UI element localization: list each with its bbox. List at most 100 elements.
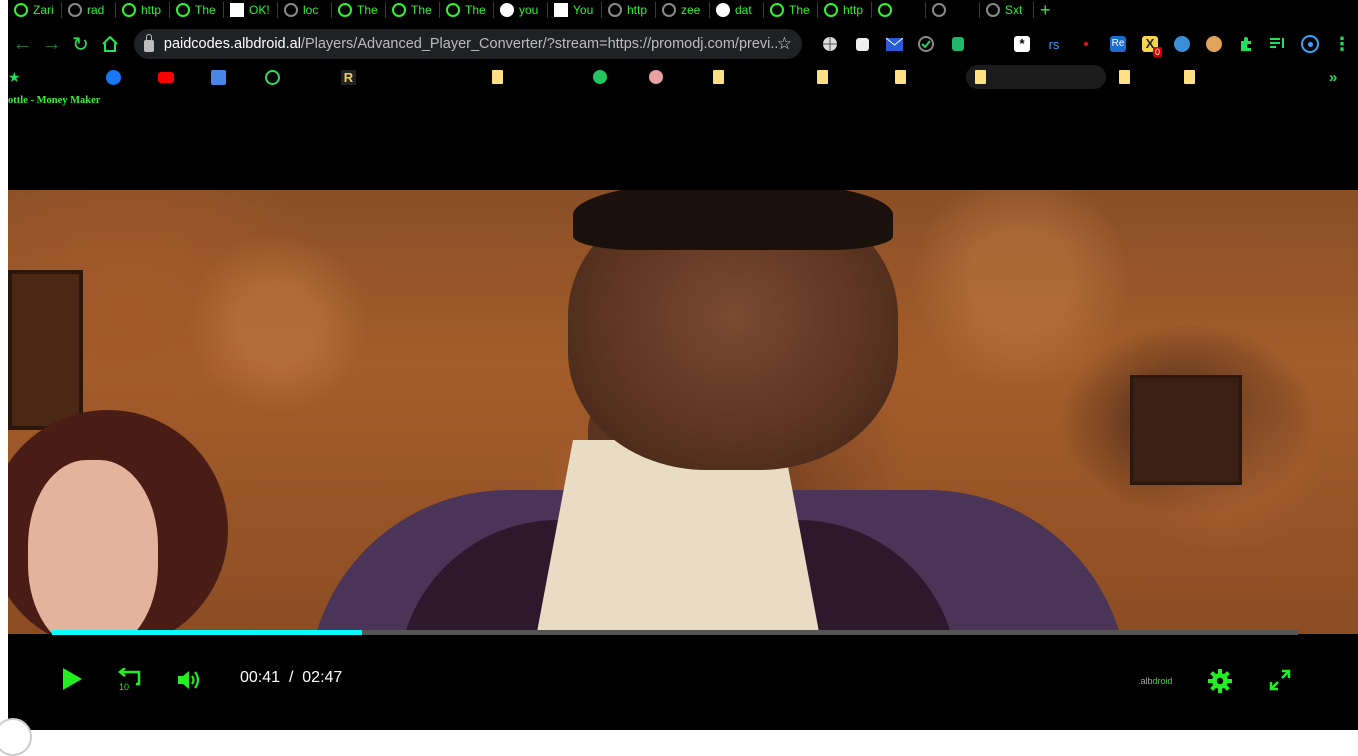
asterisk-extension-icon[interactable]: * — [1006, 30, 1038, 58]
back-button[interactable]: ← — [8, 29, 37, 59]
gear-icon — [1208, 669, 1232, 693]
bookmark-folder-icon[interactable] — [1184, 68, 1195, 86]
bookmark-player-icon[interactable] — [265, 68, 280, 86]
time-display: 00:41 / 02:47 — [240, 669, 342, 687]
puzzle-extensions-icon[interactable] — [1230, 30, 1262, 58]
page-title: ottle - Money Maker — [8, 95, 101, 106]
lock-icon — [144, 34, 154, 52]
player-icon — [878, 3, 892, 17]
browser-tab[interactable]: OK! — [224, 2, 278, 18]
bookmark-highlighted-pill[interactable] — [966, 65, 1106, 89]
bookmark-folder-icon[interactable] — [492, 68, 503, 86]
extension-badge: 0 — [1152, 47, 1162, 57]
bookmark-folder-icon[interactable] — [975, 68, 986, 86]
forward-button[interactable]: → — [37, 29, 66, 59]
bookmark-translate-icon[interactable] — [211, 68, 226, 86]
tab-title: rad — [87, 3, 105, 17]
new-tab-button[interactable]: + — [1034, 0, 1057, 20]
browser-tab[interactable]: http — [602, 2, 656, 18]
bookmark-facebook-icon[interactable] — [106, 68, 121, 86]
browser-tab[interactable]: zee — [656, 2, 710, 18]
browser-tab[interactable]: The — [170, 2, 224, 18]
browser-tab[interactable]: http — [818, 2, 872, 18]
profile-avatar[interactable] — [1294, 30, 1326, 58]
bookmark-star-icon[interactable]: ★ — [8, 68, 21, 86]
home-button[interactable] — [95, 29, 124, 59]
player-icon — [176, 3, 190, 17]
mail-extension-icon[interactable] — [878, 30, 910, 58]
translate-extension-icon[interactable] — [942, 30, 974, 58]
tab-title: http — [627, 3, 648, 17]
browser-tab[interactable]: dat — [710, 2, 764, 18]
home-icon — [101, 35, 118, 52]
seek-bar-played — [52, 630, 363, 635]
record-extension-icon[interactable] — [1070, 30, 1102, 58]
menu-kebab-icon[interactable]: ⋮ — [1326, 30, 1358, 58]
tab-title: http — [843, 3, 864, 17]
earth-extension-icon[interactable] — [1166, 30, 1198, 58]
time-separator: / — [288, 669, 294, 686]
browser-tab[interactable] — [872, 2, 926, 18]
play-button[interactable] — [60, 666, 84, 692]
player-icon — [122, 3, 136, 17]
tab-title: dat — [735, 3, 752, 17]
tab-strip: Zari rad http The OK! loc The The The you You http z… — [8, 0, 1358, 22]
tab-title: loc — [303, 3, 319, 17]
browser-tab[interactable]: Sxt — [980, 2, 1034, 18]
bookmark-r-icon[interactable]: R — [341, 68, 356, 86]
browser-tab[interactable]: You — [548, 2, 602, 18]
settings-button[interactable] — [1207, 668, 1233, 694]
rewind-10-button[interactable]: 10 — [116, 666, 144, 694]
browser-tab[interactable]: The — [386, 2, 440, 18]
browser-tab[interactable]: http — [116, 2, 170, 18]
browser-tab[interactable] — [926, 2, 980, 18]
bookmark-folder-icon[interactable] — [817, 68, 828, 86]
tab-title: The — [465, 3, 486, 17]
check-extension-icon[interactable] — [910, 30, 942, 58]
svg-text:10: 10 — [119, 682, 129, 692]
browser-tab[interactable]: The — [764, 2, 818, 18]
incognito-extension-icon[interactable] — [846, 30, 878, 58]
browser-tab[interactable]: Zari — [8, 2, 62, 18]
reload-button[interactable]: ↻ — [66, 29, 95, 59]
corner-floating-button[interactable] — [0, 718, 32, 756]
bookmark-youtube-icon[interactable] — [158, 68, 174, 86]
bookmark-folder-icon[interactable] — [895, 68, 906, 86]
brand-suffix: droid — [1152, 676, 1173, 686]
tab-title: you — [519, 3, 539, 17]
replay-10-icon: 10 — [117, 668, 141, 692]
browser-tab[interactable]: you — [494, 2, 548, 18]
blank-icon — [554, 3, 568, 17]
player-icon — [392, 3, 406, 17]
cookie-extension-icon[interactable] — [1198, 30, 1230, 58]
re-extension-icon[interactable]: Re — [1102, 30, 1134, 58]
media-queue-icon[interactable] — [1262, 30, 1294, 58]
bookmark-globe-icon[interactable] — [593, 68, 607, 86]
player-icon — [14, 3, 28, 17]
volume-button[interactable] — [176, 666, 204, 694]
player-controls: 10 00:41 / 02:47 .albdroid — [8, 650, 1358, 710]
loading-icon — [662, 3, 676, 17]
rs-extension-icon[interactable]: rs — [1038, 30, 1070, 58]
address-bar[interactable]: paidcodes.albdroid.al /Players/Advanced_… — [134, 29, 802, 59]
bookmarks-overflow-chevron-icon[interactable]: » — [1329, 68, 1337, 86]
video-frame[interactable] — [8, 190, 1358, 634]
browser-tab[interactable]: The — [332, 2, 386, 18]
globe-extension-icon[interactable] — [814, 30, 846, 58]
bookmark-logo-icon[interactable] — [649, 68, 663, 86]
fullscreen-button[interactable] — [1268, 668, 1292, 692]
extensions-area: * rs Re X0 ⋮ — [814, 30, 1358, 58]
player-icon — [338, 3, 352, 17]
video-man-shirt — [528, 440, 828, 634]
bookmark-star-icon[interactable]: ☆ — [777, 34, 792, 54]
url-domain: paidcodes.albdroid.al — [163, 36, 301, 52]
browser-tab[interactable]: The — [440, 2, 494, 18]
x-extension-icon[interactable]: X0 — [1134, 30, 1166, 58]
browser-tab[interactable]: loc — [278, 2, 332, 18]
seek-bar[interactable] — [52, 630, 1298, 635]
bookmarks-bar: ★ R » — [8, 64, 1358, 90]
bookmark-folder-icon[interactable] — [1119, 68, 1130, 86]
browser-tab[interactable]: rad — [62, 2, 116, 18]
bookmark-folder-icon[interactable] — [713, 68, 724, 86]
google-icon — [500, 3, 514, 17]
